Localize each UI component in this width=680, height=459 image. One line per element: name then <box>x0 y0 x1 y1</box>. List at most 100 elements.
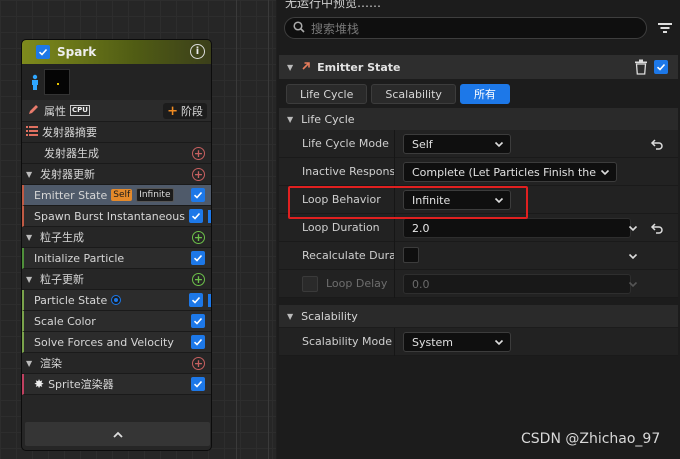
section-label: 渲染 <box>40 357 62 370</box>
node-enable-checkbox[interactable] <box>36 45 50 59</box>
chevron-up-icon <box>112 427 123 442</box>
module-initialize-particle[interactable]: Initialize Particle <box>22 248 211 269</box>
module-label: Spawn Burst Instantaneous <box>34 209 185 223</box>
infinite-badge: Infinite <box>136 188 174 202</box>
loop-delay-enable-checkbox[interactable] <box>302 276 318 292</box>
recalculate-duration-checkbox[interactable] <box>403 247 419 263</box>
module-enable-checkbox[interactable] <box>191 188 205 202</box>
particle-update-section[interactable]: ▼ 粒子更新 + <box>22 269 211 290</box>
node-title: Spark <box>57 45 97 59</box>
chevron-down-icon[interactable]: ▼ <box>26 170 40 179</box>
loop-duration-input[interactable]: 2.0 <box>403 218 631 238</box>
module-enable-checkbox[interactable] <box>189 293 203 307</box>
particle-spawn-section[interactable]: ▼ 粒子生成 + <box>22 227 211 248</box>
inactive-response-dropdown[interactable]: Complete (Let Particles Finish ther <box>403 162 617 182</box>
reset-to-default-icon[interactable] <box>650 221 664 235</box>
graph-guide-line <box>268 0 269 459</box>
preview-status-text: 无运行中预览…… <box>285 0 382 10</box>
category-scalability[interactable]: ▼ Scalability <box>279 305 678 327</box>
dropdown-value: Complete (Let Particles Finish ther <box>412 165 601 179</box>
add-module-icon[interactable]: + <box>192 168 205 181</box>
graph-canvas[interactable]: Spark i 属性 CPU + 阶段 发射器摘要 发射器生成 + ▼ 发射器更… <box>0 0 276 459</box>
chevron-down-icon[interactable]: ▼ <box>287 312 293 321</box>
add-module-icon[interactable]: + <box>192 231 205 244</box>
tab-all[interactable]: 所有 <box>459 84 510 104</box>
module-label: Emitter State <box>34 188 108 202</box>
module-enable-checkbox[interactable] <box>191 377 205 391</box>
trash-icon[interactable] <box>634 59 648 75</box>
highlight-annotation-box <box>288 186 528 219</box>
category-label: Life Cycle <box>301 112 355 126</box>
property-inactive-response: Inactive Respons Complete (Let Particles… <box>279 158 678 186</box>
add-module-icon[interactable]: + <box>192 147 205 160</box>
sparkle-icon: ✸ <box>34 377 45 391</box>
section-label: 粒子更新 <box>40 273 84 286</box>
tab-life-cycle[interactable]: Life Cycle <box>286 84 368 104</box>
module-enable-checkbox[interactable] <box>654 60 668 74</box>
self-badge: Self <box>111 189 133 201</box>
chevron-down-icon[interactable]: ▼ <box>287 115 293 124</box>
section-label: 发射器更新 <box>40 168 95 181</box>
column-divider <box>394 130 395 158</box>
emitter-state-title: Emitter State <box>317 60 401 74</box>
chevron-down-icon[interactable]: ▼ <box>287 63 293 72</box>
graph-guide-line <box>236 0 237 459</box>
dropdown-value: System <box>412 335 454 349</box>
column-divider <box>394 270 395 298</box>
chevron-down-icon[interactable] <box>628 223 638 236</box>
module-enable-checkbox[interactable] <box>189 209 203 223</box>
property-recalculate-duration: Recalculate Durat <box>279 242 678 270</box>
column-divider <box>394 328 395 356</box>
module-label: Sprite渲染器 <box>48 378 114 391</box>
property-label: Recalculate Durat <box>302 249 394 262</box>
properties-row[interactable]: 属性 CPU + 阶段 <box>22 100 211 122</box>
life-cycle-mode-dropdown[interactable]: Self <box>403 134 511 154</box>
module-enable-checkbox[interactable] <box>191 335 205 349</box>
dropdown-value: Self <box>412 137 433 151</box>
chevron-down-icon <box>628 279 638 292</box>
scrollbar-thumb[interactable] <box>208 210 211 223</box>
add-renderer-icon[interactable]: + <box>192 357 205 370</box>
module-scale-color[interactable]: Scale Color <box>22 311 211 332</box>
node-header[interactable]: Spark i <box>22 40 211 64</box>
chevron-down-icon <box>494 139 504 152</box>
emitter-spawn-row[interactable]: 发射器生成 + <box>22 143 211 164</box>
emitter-summary-row[interactable]: 发射器摘要 <box>22 122 211 143</box>
emitter-update-section[interactable]: ▼ 发射器更新 + <box>22 164 211 185</box>
module-label: Particle State <box>34 293 108 307</box>
chevron-down-icon[interactable] <box>628 251 638 264</box>
module-enable-checkbox[interactable] <box>191 251 205 265</box>
info-icon[interactable]: i <box>190 44 205 59</box>
collapse-node-button[interactable] <box>25 422 210 446</box>
category-tabs: Life Cycle Scalability 所有 <box>279 80 678 108</box>
add-module-icon[interactable]: + <box>192 273 205 286</box>
emitter-node[interactable]: Spark i 属性 CPU + 阶段 发射器摘要 发射器生成 + ▼ 发射器更… <box>21 39 212 451</box>
chevron-down-icon <box>494 337 504 350</box>
pencil-icon <box>28 104 42 118</box>
module-label: Scale Color <box>34 314 96 328</box>
module-emitter-state[interactable]: Emitter State Self Infinite <box>22 185 211 206</box>
module-sprite-renderer[interactable]: ✸ Sprite渲染器 <box>22 374 211 395</box>
category-life-cycle[interactable]: ▼ Life Cycle <box>279 108 678 130</box>
module-solve-forces[interactable]: Solve Forces and Velocity <box>22 332 211 353</box>
scrollbar-thumb[interactable] <box>208 294 211 307</box>
emitter-state-header[interactable]: ▼ Emitter State <box>279 55 678 79</box>
module-spawn-burst[interactable]: Spawn Burst Instantaneous <box>22 206 211 227</box>
module-particle-state[interactable]: Particle State <box>22 290 211 311</box>
list-icon <box>26 126 40 138</box>
column-divider <box>394 158 395 186</box>
chevron-down-icon[interactable]: ▼ <box>26 359 40 368</box>
stack-search-input[interactable]: 搜索堆栈 <box>284 17 647 39</box>
tab-scalability[interactable]: Scalability <box>371 84 456 104</box>
reset-to-default-icon[interactable] <box>650 137 664 151</box>
module-enable-checkbox[interactable] <box>191 314 205 328</box>
property-life-cycle-mode: Life Cycle Mode Self <box>279 130 678 158</box>
add-stage-button[interactable]: + 阶段 <box>163 103 207 119</box>
scalability-mode-dropdown[interactable]: System <box>403 332 511 352</box>
render-section[interactable]: ▼ 渲染 + <box>22 353 211 374</box>
loop-delay-input: 0.0 <box>403 274 631 294</box>
chevron-down-icon[interactable]: ▼ <box>26 233 40 242</box>
property-label: Life Cycle Mode <box>302 137 389 150</box>
chevron-down-icon[interactable]: ▼ <box>26 275 40 284</box>
filter-icon[interactable] <box>657 20 673 36</box>
